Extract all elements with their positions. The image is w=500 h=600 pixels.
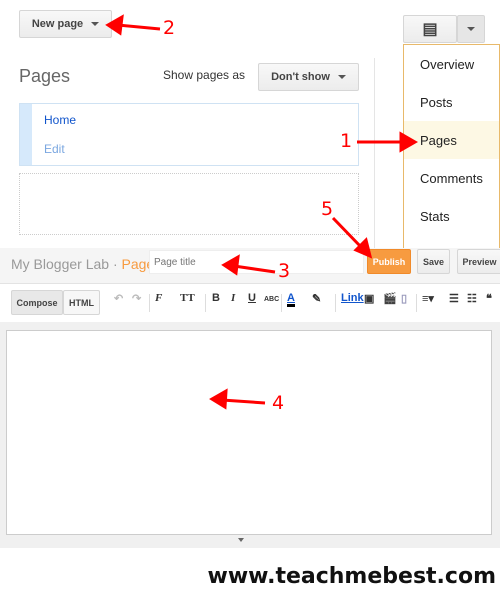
annotation-5: 5 [321, 198, 334, 220]
annotation-2: 2 [163, 17, 176, 39]
watermark: www.teachmebest.com [207, 564, 496, 589]
annotation-1: 1 [340, 130, 353, 152]
annotation-4: 4 [272, 392, 285, 414]
annotation-arrows [105, 14, 419, 410]
annotation-3: 3 [278, 260, 291, 282]
